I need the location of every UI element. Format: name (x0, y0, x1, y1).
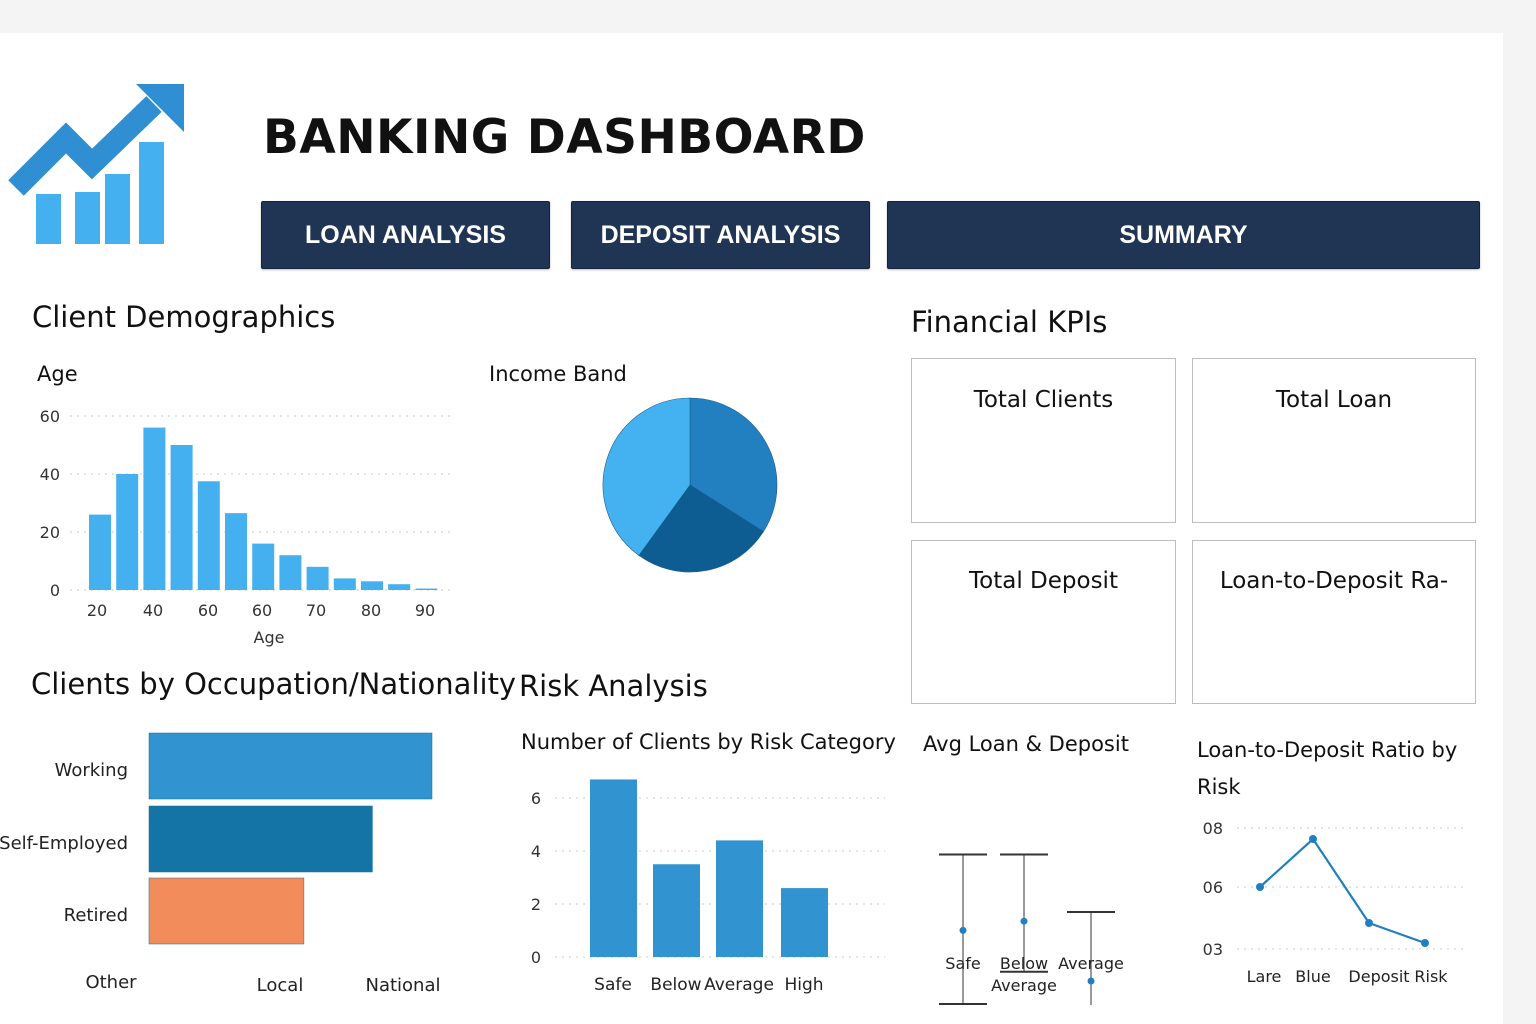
x-tick-label: Deposit (1348, 967, 1409, 986)
summary-button[interactable]: SUMMARY (887, 201, 1480, 269)
y-tick-label: 03 (1203, 940, 1223, 959)
page-title: BANKING DASHBOARD (263, 110, 866, 165)
x-tick-label: 90 (415, 601, 435, 620)
kpi-card-total-deposit[interactable]: Total Deposit (911, 540, 1176, 704)
occupation-bar-chart: Working Self-Employed Retired Other Local Nat… (0, 732, 441, 996)
y-tick-label: 08 (1203, 819, 1223, 838)
age-bar (116, 474, 139, 590)
risk-analysis-heading: Risk Analysis (519, 669, 708, 703)
mean-point (1020, 917, 1028, 925)
y-tick-label: 40 (40, 465, 60, 484)
risk-chart-title: Number of Clients by Risk Category (521, 730, 896, 754)
kpi-card-total-loan[interactable]: Total Loan (1192, 358, 1476, 523)
age-bar (197, 481, 220, 590)
x-tick-label: Average (704, 975, 774, 995)
age-bar (361, 581, 383, 590)
age-bar (89, 514, 111, 590)
income-pie-chart (602, 397, 778, 573)
age-bar (225, 513, 247, 590)
x-tick-label: 70 (306, 601, 326, 620)
y-tick-label: 06 (1203, 878, 1223, 897)
x-tick-label: Average (1058, 954, 1124, 973)
occupation-bar (148, 732, 433, 800)
loan-analysis-button[interactable]: LOAN ANALYSIS (261, 201, 550, 269)
age-chart-title: Age (37, 362, 78, 386)
x-tick-label: High (784, 975, 823, 995)
risk-bar (781, 888, 828, 957)
occupation-bar (148, 805, 373, 873)
occupation-heading: Clients by Occupation/Nationality (31, 667, 517, 701)
age-bar (333, 578, 356, 590)
x-tick-label: 60 (198, 601, 218, 620)
x-tick-label: 20 (87, 601, 107, 620)
x-tick-label: Safe (594, 975, 632, 995)
x-tick-label: Lare (1247, 967, 1282, 986)
x-tick-label: Risk (1414, 967, 1448, 986)
risk-bar-chart: 0 2 4 6 Safe Below Average High (531, 779, 885, 995)
risk-bar (653, 864, 700, 957)
age-bar (415, 588, 438, 590)
ratio-line (1259, 837, 1426, 945)
age-bar (306, 566, 329, 590)
ltd-ratio-line-chart: 03 06 08 Lare Blue Deposit Risk (1203, 819, 1465, 986)
ratio-point (1421, 939, 1429, 947)
risk-bar (590, 779, 637, 957)
axis-label: Local (257, 975, 304, 996)
avg-loan-deposit-chart: Safe Below AverageAverage (939, 853, 1124, 1005)
age-bar (170, 445, 193, 590)
y-tick-label: 4 (531, 842, 541, 861)
kpi-label: Loan-to-Deposit Ra- (1219, 568, 1449, 594)
mean-point (1087, 977, 1095, 985)
trending-up-bar-chart-icon (6, 82, 188, 248)
mean-point (959, 926, 967, 934)
x-tick-label: Blue (1295, 967, 1330, 986)
age-bar (388, 584, 411, 590)
client-demographics-heading: Client Demographics (32, 300, 336, 334)
avg-loan-deposit-title: Avg Loan & Deposit (923, 732, 1129, 756)
kpi-label: Total Loan (1275, 387, 1393, 413)
category-label: Self-Employed (0, 833, 128, 854)
financial-kpis-heading: Financial KPIs (911, 305, 1108, 339)
x-tick-label: 80 (361, 601, 381, 620)
x-axis-label: Age (254, 628, 285, 647)
category-label: Retired (64, 905, 128, 926)
age-histogram: 0 20 40 60 20 40 60 60 70 80 90 Age (40, 407, 455, 647)
kpi-label: Total Clients (973, 387, 1114, 413)
kpi-card-loan-to-deposit[interactable]: Loan-to-Deposit Ra- (1192, 540, 1476, 704)
y-tick-label: 2 (531, 895, 541, 914)
age-bar (252, 543, 275, 590)
x-tick-label: Average (991, 976, 1057, 995)
kpi-card-total-clients[interactable]: Total Clients (911, 358, 1176, 523)
y-tick-label: 20 (40, 523, 60, 542)
deposit-analysis-button[interactable]: DEPOSIT ANALYSIS (571, 201, 870, 269)
y-tick-label: 6 (531, 789, 541, 808)
ratio-point (1309, 835, 1317, 843)
age-bar (143, 427, 166, 590)
income-chart-title: Income Band (489, 362, 627, 386)
x-tick-label: Below (1000, 954, 1048, 973)
y-tick-label: 0 (50, 581, 60, 600)
ratio-point (1365, 919, 1373, 927)
x-tick-label: Below (650, 975, 701, 995)
x-tick-label: 60 (252, 601, 272, 620)
y-tick-label: 0 (531, 948, 541, 967)
occupation-bar (148, 877, 305, 945)
category-label: Working (55, 760, 128, 781)
ratio-point (1256, 883, 1264, 891)
ltd-ratio-title: Loan-to-Deposit Ratio by Risk (1197, 738, 1458, 799)
axis-label: National (365, 975, 440, 996)
age-bar (279, 555, 302, 590)
kpi-label: Total Deposit (969, 568, 1118, 594)
x-tick-label: 40 (143, 601, 163, 620)
y-tick-label: 60 (40, 407, 60, 426)
x-tick-label: Safe (945, 954, 980, 973)
risk-bar (716, 840, 763, 957)
axis-label: Other (85, 972, 137, 993)
